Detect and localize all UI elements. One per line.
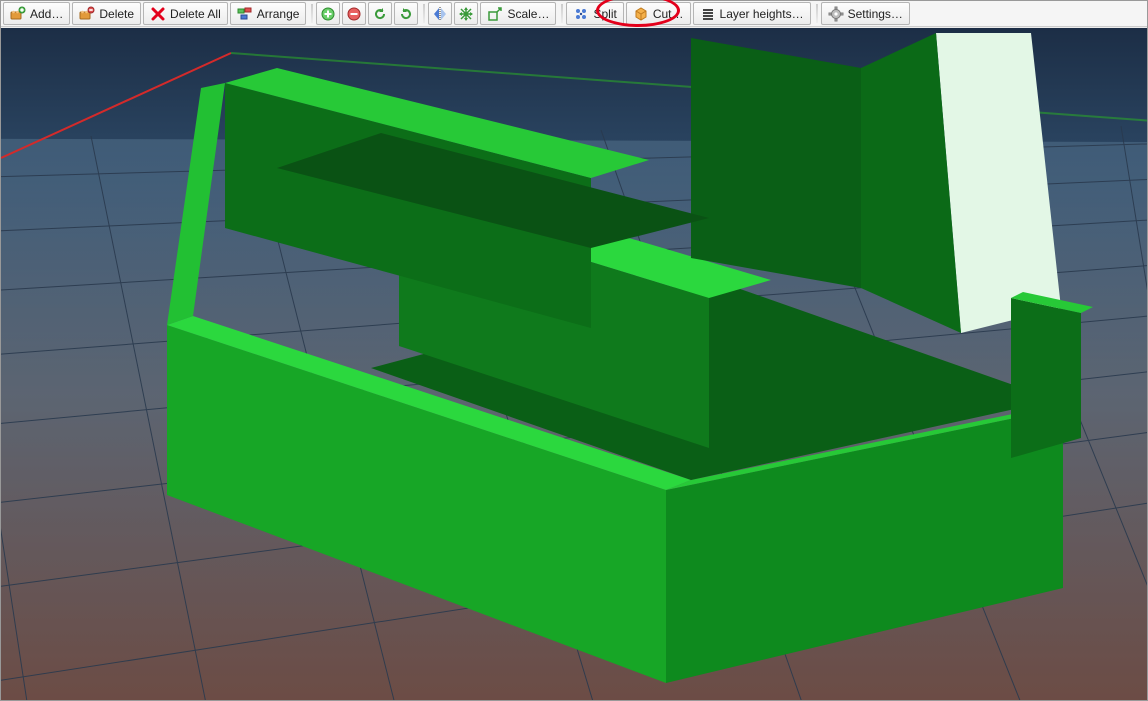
- delete-button[interactable]: Delete: [72, 2, 141, 25]
- delete-all-button[interactable]: Delete All: [143, 2, 228, 25]
- settings-label: Settings…: [848, 7, 903, 21]
- gear-icon: [828, 6, 844, 22]
- cut-label: Cut…: [653, 7, 684, 21]
- brick-delete-icon: [79, 6, 95, 22]
- layer-heights-button[interactable]: Layer heights…: [693, 2, 811, 25]
- cube-cut-icon: [633, 6, 649, 22]
- rotate-ccw-icon: [372, 6, 388, 22]
- scale-icon: [487, 6, 503, 22]
- mirror-button[interactable]: [428, 2, 452, 25]
- add-label: Add…: [30, 7, 63, 21]
- cut-button[interactable]: Cut…: [626, 2, 691, 25]
- arrange-icon: [237, 6, 253, 22]
- mirror-icon: [432, 6, 448, 22]
- toolbar-separator: [561, 4, 563, 23]
- toolbar-separator: [816, 4, 818, 23]
- viewport-3d[interactable]: [1, 28, 1147, 700]
- plus-circle-icon: [320, 6, 336, 22]
- split-button[interactable]: Split: [566, 2, 623, 25]
- toolbar-separator: [311, 4, 313, 23]
- toolbar-separator: [423, 4, 425, 23]
- split-label: Split: [593, 7, 616, 21]
- layers-icon: [700, 6, 716, 22]
- split-icon: [573, 6, 589, 22]
- rotate-ccw-button[interactable]: [368, 2, 392, 25]
- arrange-label: Arrange: [257, 7, 300, 21]
- scale-button[interactable]: Scale…: [480, 2, 556, 25]
- settings-button[interactable]: Settings…: [821, 2, 910, 25]
- arrows-out-icon: [458, 6, 474, 22]
- rotate-cw-icon: [398, 6, 414, 22]
- more-objects-button[interactable]: [316, 2, 340, 25]
- add-button[interactable]: Add…: [3, 2, 70, 25]
- scale-label: Scale…: [507, 7, 549, 21]
- delete-all-label: Delete All: [170, 7, 221, 21]
- cross-icon: [150, 6, 166, 22]
- main-toolbar: Add… Delete Delete All Arrange: [1, 1, 1147, 27]
- scene-svg: [1, 28, 1147, 700]
- view-fit-button[interactable]: [454, 2, 478, 25]
- layer-heights-label: Layer heights…: [720, 7, 804, 21]
- delete-label: Delete: [99, 7, 134, 21]
- rotate-cw-button[interactable]: [394, 2, 418, 25]
- fewer-objects-button[interactable]: [342, 2, 366, 25]
- arrange-button[interactable]: Arrange: [230, 2, 307, 25]
- minus-circle-icon: [346, 6, 362, 22]
- brick-add-icon: [10, 6, 26, 22]
